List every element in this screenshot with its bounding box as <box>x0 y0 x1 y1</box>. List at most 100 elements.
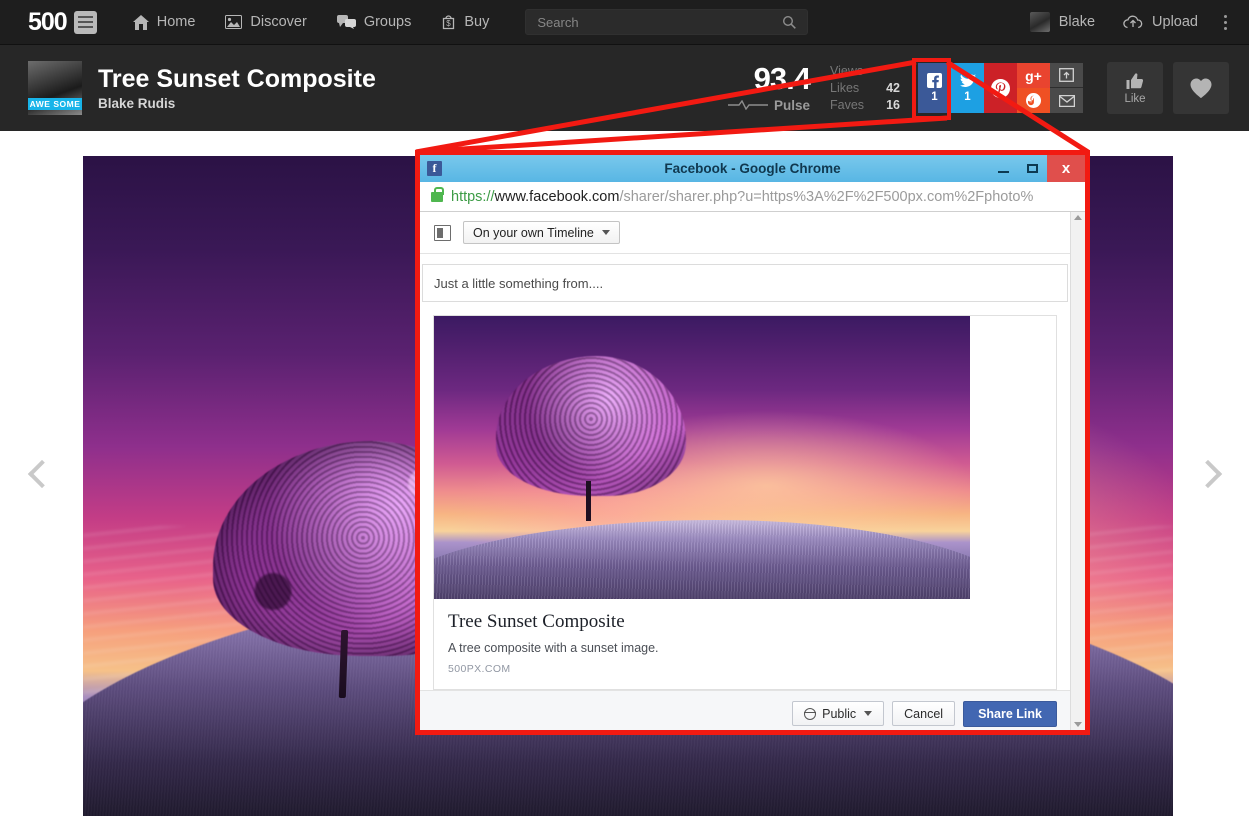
nav-label-groups: Groups <box>363 14 412 30</box>
favorite-button[interactable] <box>1173 62 1229 114</box>
share-twitter-button[interactable]: 1 <box>951 63 984 113</box>
avatar-badge: AWE SOME <box>28 98 82 110</box>
share-facebook-button[interactable]: 1 <box>918 63 951 113</box>
share-email-button[interactable] <box>1050 88 1083 113</box>
share-stumbleupon-button[interactable] <box>1017 88 1050 113</box>
photo-titles: Tree Sunset Composite Blake Rudis <box>98 65 376 112</box>
preview-tree-canopy <box>496 356 686 496</box>
previous-photo-button[interactable] <box>0 131 83 816</box>
search-input[interactable] <box>526 14 777 30</box>
globe-icon <box>803 707 817 720</box>
twitter-icon <box>959 73 976 87</box>
embed-icon <box>1059 68 1074 82</box>
scroll-up-arrow[interactable] <box>1074 215 1082 220</box>
nav-item-buy[interactable]: $ Buy <box>441 14 489 30</box>
like-button-label: Like <box>1124 92 1146 105</box>
pulse-label: Pulse <box>773 98 810 113</box>
search-box[interactable] <box>525 9 809 35</box>
chevron-right-icon <box>1193 459 1222 488</box>
cloud-upload-icon <box>1123 15 1143 30</box>
cancel-button[interactable]: Cancel <box>892 701 956 727</box>
photo-header-bar: AWE SOME Tree Sunset Composite Blake Rud… <box>0 45 1249 131</box>
link-preview-host: 500PX.COM <box>448 662 511 675</box>
pulse-icon <box>727 98 768 113</box>
nav-item-discover[interactable]: Discover <box>225 14 307 30</box>
chevron-left-icon <box>27 459 56 488</box>
stat-key: Faves <box>830 97 865 112</box>
timeline-icon <box>434 224 451 241</box>
chevron-down-icon <box>864 711 873 717</box>
menu-lines-icon[interactable] <box>73 10 97 34</box>
shopping-bag-dollar-icon: $ <box>441 14 456 30</box>
stats-list: Views Likes 42 Faves 16 <box>830 63 900 114</box>
chat-bubbles-icon <box>336 15 356 29</box>
facebook-share-popup-window: f Facebook - Google Chrome x https://www… <box>415 150 1090 735</box>
nav-user-menu[interactable]: Blake <box>1029 12 1096 32</box>
like-button[interactable]: Like <box>1107 62 1163 114</box>
close-button[interactable]: x <box>1047 155 1085 182</box>
nav-user-name: Blake <box>1058 14 1096 30</box>
message-text: Just a little something from.... <box>434 275 604 291</box>
home-icon <box>132 14 149 30</box>
next-photo-button[interactable] <box>1166 131 1249 816</box>
lock-icon <box>431 186 444 202</box>
popup-content: On your own Timeline Just a little somet… <box>420 212 1085 730</box>
logo-text: 500 <box>28 7 68 36</box>
privacy-label: Public <box>822 706 857 721</box>
top-navigation-bar: 500 Home Discover Groups $ Buy Search Bl… <box>0 0 1249 45</box>
share-link-button[interactable]: Share Link <box>963 700 1057 727</box>
audience-row: On your own Timeline <box>420 212 1070 254</box>
pulse-value: 93.4 <box>753 61 811 96</box>
author-name[interactable]: Blake Rudis <box>98 96 376 111</box>
window-title: Facebook - Google Chrome <box>664 161 841 176</box>
search-icon <box>782 15 797 35</box>
address-bar[interactable]: https://www.facebook.com/sharer/sharer.p… <box>420 182 1085 212</box>
nav-right-group: Blake Upload <box>1029 11 1231 34</box>
svg-text:$: $ <box>447 19 452 28</box>
link-preview-meta: Tree Sunset Composite A tree composite w… <box>434 599 1056 689</box>
minimize-button[interactable] <box>989 155 1018 182</box>
kebab-menu-icon[interactable] <box>1220 11 1231 34</box>
chevron-down-icon <box>601 230 610 235</box>
googleplus-icon: g+ <box>1025 67 1042 84</box>
link-preview-title: Tree Sunset Composite <box>448 611 625 632</box>
url-scheme: https:// <box>451 188 495 205</box>
gplus-stumble-column: g+ <box>1017 63 1050 113</box>
envelope-icon <box>1058 94 1075 107</box>
facebook-share-count: 1 <box>931 91 938 103</box>
url-path: /sharer/sharer.php?u=https%3A%2F%2F500px… <box>619 188 1034 205</box>
link-preview-card: Tree Sunset Composite A tree composite w… <box>433 315 1057 690</box>
maximize-button[interactable] <box>1018 155 1047 182</box>
share-embed-button[interactable] <box>1050 63 1083 88</box>
facebook-icon <box>927 73 942 88</box>
upload-button[interactable]: Upload <box>1123 14 1198 30</box>
address-bar-url: https://www.facebook.com/sharer/sharer.p… <box>451 189 1033 205</box>
author-avatar[interactable]: AWE SOME <box>28 61 82 115</box>
link-preview-image <box>434 316 1056 599</box>
nav-label-buy: Buy <box>464 14 490 30</box>
share-googleplus-button[interactable]: g+ <box>1017 63 1050 88</box>
vertical-scrollbar[interactable] <box>1070 212 1085 730</box>
link-preview-description: A tree composite with a sunset image. <box>448 640 659 655</box>
heart-icon <box>1190 78 1212 98</box>
scroll-down-arrow[interactable] <box>1074 722 1082 727</box>
message-input[interactable]: Just a little something from.... <box>422 264 1068 302</box>
stat-value: 42 <box>886 80 900 95</box>
preview-hill <box>434 520 970 599</box>
thumbs-up-icon <box>1126 72 1144 89</box>
nav-label-discover: Discover <box>250 14 307 30</box>
pulse-block: 93.4 Pulse <box>727 61 811 113</box>
audience-selector[interactable]: On your own Timeline <box>463 221 620 244</box>
privacy-selector[interactable]: Public <box>792 701 885 727</box>
share-pinterest-button[interactable] <box>984 63 1017 113</box>
window-titlebar: f Facebook - Google Chrome x <box>420 155 1085 182</box>
page-root: 500 Home Discover Groups $ Buy Search Bl… <box>0 0 1249 816</box>
stat-row: Likes 42 <box>830 80 900 97</box>
stat-value <box>874 63 900 80</box>
nav-item-groups[interactable]: Groups <box>336 14 412 30</box>
share-button-grid: 1 1 g+ <box>918 63 1083 113</box>
pinterest-icon <box>991 78 1010 98</box>
nav-item-home[interactable]: Home <box>132 14 195 30</box>
site-logo[interactable]: 500 <box>28 7 97 36</box>
preview-tree-trunk <box>586 481 591 521</box>
